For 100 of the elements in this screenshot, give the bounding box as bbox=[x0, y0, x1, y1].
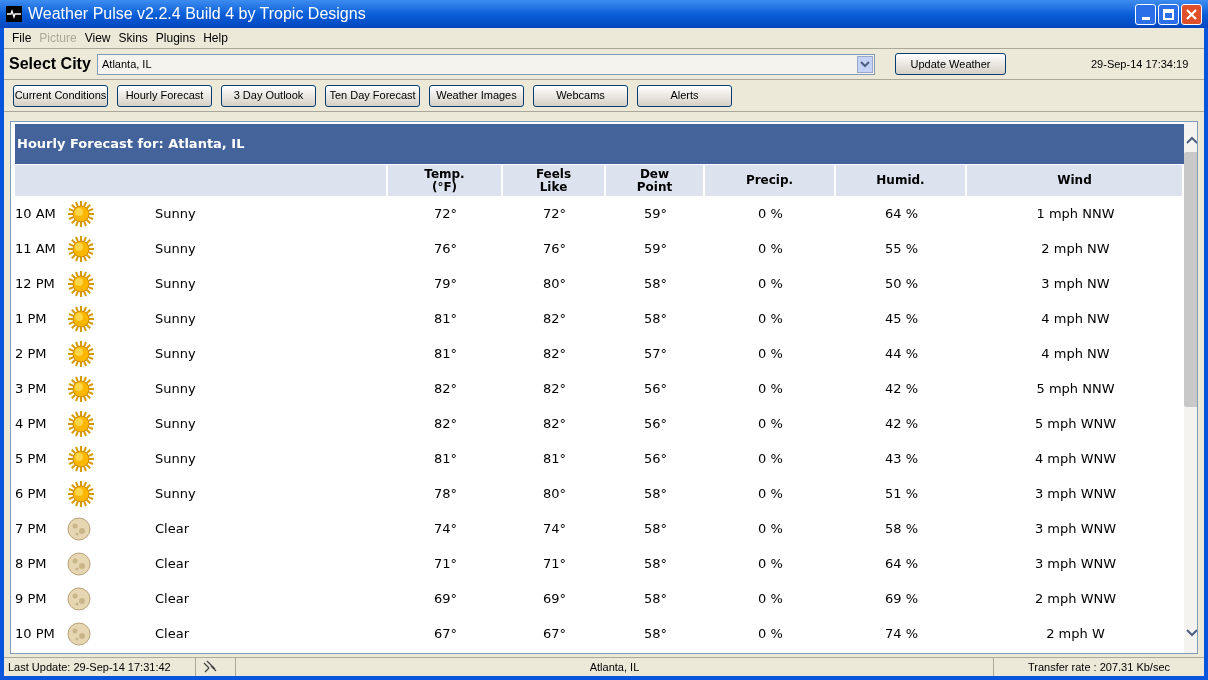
table-cell-text: 67° bbox=[433, 624, 457, 643]
minimize-button[interactable] bbox=[1135, 3, 1156, 25]
condition-cell: Sunny bbox=[155, 450, 196, 466]
time-cell: 10 AM bbox=[15, 205, 56, 221]
table-cell-text: 58° bbox=[643, 274, 667, 293]
window-title: Weather Pulse v2.2.4 Build 4 by Tropic Designs bbox=[28, 4, 366, 24]
table-cell-text: 67° bbox=[542, 624, 566, 643]
sun-icon bbox=[67, 444, 95, 473]
sun-icon bbox=[67, 269, 95, 298]
table-cell-text: 0 % bbox=[758, 519, 783, 538]
column-header: Feels Like bbox=[503, 165, 606, 196]
view-button[interactable]: Hourly Forecast bbox=[117, 84, 212, 107]
table-cell-text: 82° bbox=[433, 379, 457, 398]
condition-cell: Sunny bbox=[155, 310, 196, 326]
table-cell-text: 58° bbox=[643, 589, 667, 608]
view-button[interactable]: Current Conditions bbox=[13, 84, 108, 107]
sun-icon bbox=[67, 374, 95, 403]
datetime-label: 29-Sep-14 17:34:19 bbox=[1091, 56, 1189, 72]
time-cell: 1 PM bbox=[15, 310, 47, 326]
condition-cell: Sunny bbox=[155, 380, 196, 396]
menu-item[interactable]: Help bbox=[203, 28, 228, 47]
table-cell-text: 0 % bbox=[758, 484, 783, 503]
table-cell-text: 50 % bbox=[885, 274, 918, 293]
table-cell-text: 0 % bbox=[758, 274, 783, 293]
table-cell-text: 78° bbox=[433, 484, 457, 503]
city-dropdown[interactable]: Atlanta, IL bbox=[97, 53, 875, 75]
table-cell-text: 81° bbox=[433, 309, 457, 328]
maximize-icon bbox=[1163, 8, 1174, 20]
table-cell-text: 2 mph WNW bbox=[1034, 589, 1117, 608]
menu-item[interactable]: File bbox=[12, 28, 32, 47]
close-button[interactable] bbox=[1181, 3, 1202, 25]
time-cell: 4 PM bbox=[15, 415, 47, 431]
table-cell-text: 59° bbox=[643, 239, 667, 258]
table-cell-text: 2 mph NW bbox=[1041, 239, 1110, 258]
table-cell-text: 3 mph WNW bbox=[1034, 554, 1117, 573]
table-cell-text: 0 % bbox=[758, 589, 783, 608]
table-cell-text: 4 mph WNW bbox=[1034, 449, 1117, 468]
sun-icon bbox=[67, 234, 95, 263]
transfer-rate-text: Transfer rate : 207.31 Kb/sec bbox=[1027, 659, 1171, 675]
moon-icon bbox=[67, 551, 91, 576]
maximize-button[interactable] bbox=[1158, 3, 1179, 25]
view-button[interactable]: Ten Day Forecast bbox=[325, 84, 420, 107]
table-cell-text: 5 mph NNW bbox=[1036, 379, 1115, 398]
table-cell-text: 45 % bbox=[885, 309, 918, 328]
condition-cell: Clear bbox=[155, 520, 189, 536]
time-cell: 2 PM bbox=[15, 345, 47, 361]
table-cell-text: 1 mph NNW bbox=[1036, 204, 1115, 223]
table-cell-text: 74° bbox=[542, 519, 566, 538]
table-cell-text: 0 % bbox=[758, 554, 783, 573]
table-cell-text: 76° bbox=[542, 239, 566, 258]
table-cell-text: 82° bbox=[542, 414, 566, 433]
menu-item[interactable]: View bbox=[84, 28, 111, 47]
table-cell-text: 82° bbox=[542, 379, 566, 398]
table-cell-text: 0 % bbox=[758, 239, 783, 258]
view-button[interactable]: Weather Images bbox=[429, 84, 524, 107]
sun-icon bbox=[67, 339, 95, 368]
sun-icon bbox=[67, 479, 95, 508]
table-cell-text: 42 % bbox=[885, 379, 918, 398]
minimize-icon bbox=[1141, 16, 1150, 20]
menu-item[interactable]: Plugins bbox=[155, 28, 196, 47]
sun-icon bbox=[67, 199, 95, 228]
table-cell-text: 2 mph W bbox=[1046, 624, 1105, 643]
moon-icon bbox=[67, 516, 91, 541]
moon-icon bbox=[67, 586, 91, 611]
condition-cell: Sunny bbox=[155, 240, 196, 256]
table-cell-text: 64 % bbox=[885, 204, 918, 223]
app-icon bbox=[6, 6, 22, 22]
sun-icon bbox=[67, 304, 95, 333]
select-city-label: Select City bbox=[9, 54, 92, 74]
table-cell-text: 58° bbox=[643, 484, 667, 503]
column-header: Temp. (°F) bbox=[388, 165, 503, 196]
view-button[interactable]: 3 Day Outlook bbox=[221, 84, 316, 107]
table-cell-text: 5 mph WNW bbox=[1034, 414, 1117, 433]
condition-cell: Clear bbox=[155, 590, 189, 606]
table-cell-text: 0 % bbox=[758, 379, 783, 398]
table-cell-text: 44 % bbox=[885, 344, 918, 363]
table-cell-text: 58° bbox=[643, 554, 667, 573]
table-cell-text: 57° bbox=[643, 344, 667, 363]
table-cell-text: 51 % bbox=[885, 484, 918, 503]
view-button[interactable]: Webcams bbox=[533, 84, 628, 107]
forecast-title: Hourly Forecast for: Atlanta, IL bbox=[15, 124, 1184, 164]
condition-cell: Clear bbox=[155, 555, 189, 571]
table-cell-text: 76° bbox=[433, 239, 457, 258]
view-button[interactable]: Alerts bbox=[637, 84, 732, 107]
table-cell-text: 74° bbox=[433, 519, 457, 538]
condition-cell: Clear bbox=[155, 625, 189, 641]
time-cell: 3 PM bbox=[15, 380, 47, 396]
last-update-text: Last Update: 29-Sep-14 17:31:42 bbox=[4, 658, 196, 676]
menu-item[interactable]: Skins bbox=[118, 28, 148, 47]
table-cell-text: 71° bbox=[433, 554, 457, 573]
table-cell-text: 64 % bbox=[885, 554, 918, 573]
moon-icon bbox=[67, 621, 91, 646]
scroll-up-icon bbox=[1185, 136, 1197, 144]
scrollbar-thumb[interactable] bbox=[1184, 152, 1197, 407]
table-cell-text: 82° bbox=[542, 309, 566, 328]
column-header: Dew Point bbox=[606, 165, 705, 196]
table-cell-text: 69° bbox=[433, 589, 457, 608]
close-icon bbox=[1186, 8, 1197, 20]
update-weather-button[interactable]: Update Weather bbox=[895, 53, 1006, 75]
table-cell-text: 3 mph WNW bbox=[1034, 484, 1117, 503]
